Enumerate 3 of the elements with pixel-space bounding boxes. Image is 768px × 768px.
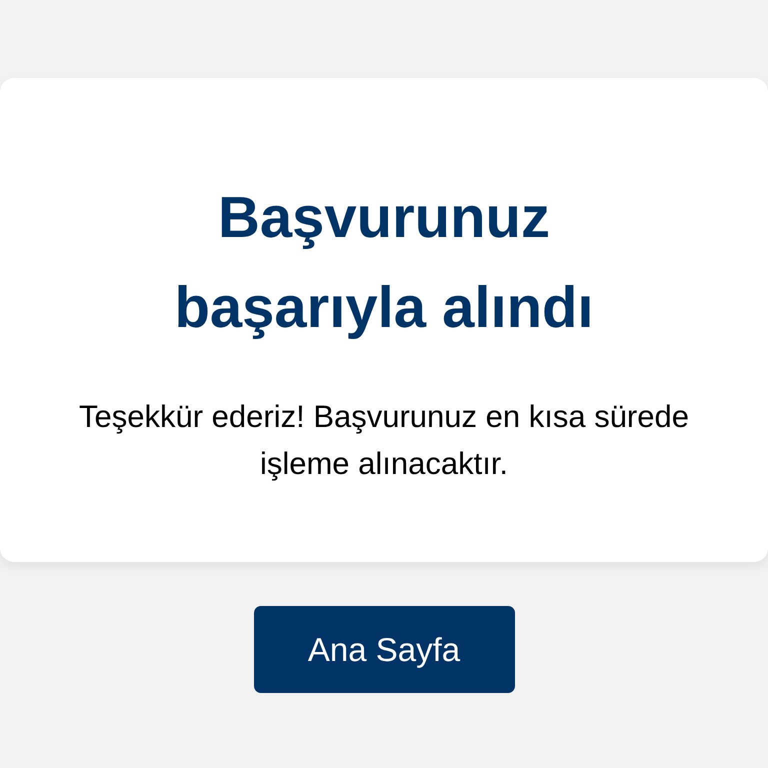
success-title: Başvurunuz başarıyla alındı (173, 184, 595, 342)
home-button[interactable]: Ana Sayfa (254, 606, 514, 693)
confirmation-message: Teşekkür ederiz! Başvurunuz en kısa sürede işleme alınacaktır. (78, 398, 690, 483)
